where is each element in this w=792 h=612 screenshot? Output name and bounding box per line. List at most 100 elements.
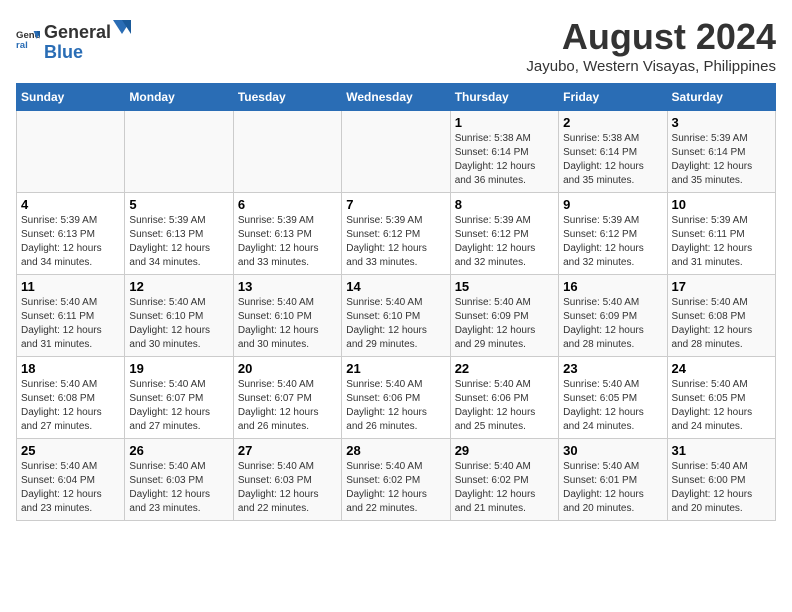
calendar-cell: 29 Sunrise: 5:40 AM Sunset: 6:02 PM Dayli… — [450, 439, 558, 521]
main-title: August 2024 — [526, 16, 776, 58]
day-number: 23 — [563, 361, 662, 376]
calendar-cell: 4Sunrise: 5:39 AM Sunset: 6:13 PM Daylig… — [17, 193, 125, 275]
day-info: Sunrise: 5:39 AM Sunset: 6:13 PM Dayligh… — [129, 214, 228, 270]
logo-text-general: General — [44, 23, 111, 43]
day-number: 10 — [672, 197, 771, 212]
logo-arrow-icon — [113, 16, 131, 38]
day-number: 19 — [129, 361, 228, 376]
calendar-cell: 2Sunrise: 5:38 AM Sunset: 6:14 PM Daylig… — [559, 111, 667, 193]
day-number: 9 — [563, 197, 662, 212]
day-number: 28 — [346, 443, 445, 458]
header-wednesday: Wednesday — [342, 84, 450, 111]
calendar-cell — [17, 111, 125, 193]
calendar-cell: 20 Sunrise: 5:40 AM Sunset: 6:07 PM Dayli… — [233, 357, 341, 439]
day-info: Sunrise: 5:40 AM Sunset: 6:02 PM Dayligh… — [455, 460, 554, 516]
day-info: Sunrise: 5:40 AM Sunset: 6:03 PM Dayligh… — [238, 460, 337, 516]
day-info: Sunrise: 5:40 AM Sunset: 6:11 PM Dayligh… — [21, 296, 120, 352]
day-number: 20 — [238, 361, 337, 376]
calendar-cell — [125, 111, 233, 193]
day-number: 15 — [455, 279, 554, 294]
day-number: 8 — [455, 197, 554, 212]
calendar-body: 1 Sunrise: 5:38 AM Sunset: 6:14 PM Daylig… — [17, 111, 776, 521]
calendar-cell — [233, 111, 341, 193]
day-info: Sunrise: 5:40 AM Sunset: 6:07 PM Dayligh… — [238, 378, 337, 434]
day-number: 13 — [238, 279, 337, 294]
day-info: Sunrise: 5:40 AM Sunset: 6:06 PM Dayligh… — [346, 378, 445, 434]
day-number: 29 — [455, 443, 554, 458]
calendar-cell: 23 Sunrise: 5:40 AM Sunset: 6:05 PM Dayli… — [559, 357, 667, 439]
day-number: 31 — [672, 443, 771, 458]
calendar-cell: 17Sunrise: 5:40 AM Sunset: 6:08 PM Dayli… — [667, 275, 775, 357]
logo-icon: Gene ral — [16, 27, 40, 51]
calendar-cell: 28Sunrise: 5:40 AM Sunset: 6:02 PM Dayli… — [342, 439, 450, 521]
day-info: Sunrise: 5:39 AM Sunset: 6:12 PM Dayligh… — [455, 214, 554, 270]
day-info: Sunrise: 5:40 AM Sunset: 6:10 PM Dayligh… — [238, 296, 337, 352]
day-info: Sunrise: 5:40 AM Sunset: 6:08 PM Dayligh… — [672, 296, 771, 352]
day-info: Sunrise: 5:40 AM Sunset: 6:04 PM Dayligh… — [21, 460, 120, 516]
day-number: 24 — [672, 361, 771, 376]
page-header: Gene ral General Blue August 2024 Jayubo… — [16, 16, 776, 75]
week-row-3: 11 Sunrise: 5:40 AM Sunset: 6:11 PM Dayli… — [17, 275, 776, 357]
calendar-cell: 16Sunrise: 5:40 AM Sunset: 6:09 PM Dayli… — [559, 275, 667, 357]
week-row-2: 4Sunrise: 5:39 AM Sunset: 6:13 PM Daylig… — [17, 193, 776, 275]
day-info: Sunrise: 5:40 AM Sunset: 6:03 PM Dayligh… — [129, 460, 228, 516]
day-info: Sunrise: 5:40 AM Sunset: 6:05 PM Dayligh… — [672, 378, 771, 434]
calendar-cell: 14Sunrise: 5:40 AM Sunset: 6:10 PM Dayli… — [342, 275, 450, 357]
title-section: August 2024 Jayubo, Western Visayas, Phi… — [526, 16, 776, 75]
calendar-cell: 9Sunrise: 5:39 AM Sunset: 6:12 PM Daylig… — [559, 193, 667, 275]
day-number: 22 — [455, 361, 554, 376]
day-info: Sunrise: 5:40 AM Sunset: 6:07 PM Dayligh… — [129, 378, 228, 434]
header-monday: Monday — [125, 84, 233, 111]
calendar-cell: 13 Sunrise: 5:40 AM Sunset: 6:10 PM Dayli… — [233, 275, 341, 357]
header-row: SundayMondayTuesdayWednesdayThursdayFrid… — [17, 84, 776, 111]
week-row-1: 1 Sunrise: 5:38 AM Sunset: 6:14 PM Daylig… — [17, 111, 776, 193]
calendar-table: SundayMondayTuesdayWednesdayThursdayFrid… — [16, 83, 776, 521]
calendar-cell: 27 Sunrise: 5:40 AM Sunset: 6:03 PM Dayli… — [233, 439, 341, 521]
calendar-cell: 15 Sunrise: 5:40 AM Sunset: 6:09 PM Dayli… — [450, 275, 558, 357]
calendar-cell: 21Sunrise: 5:40 AM Sunset: 6:06 PM Dayli… — [342, 357, 450, 439]
calendar-cell: 11 Sunrise: 5:40 AM Sunset: 6:11 PM Dayli… — [17, 275, 125, 357]
calendar-cell: 5 Sunrise: 5:39 AM Sunset: 6:13 PM Daylig… — [125, 193, 233, 275]
day-number: 18 — [21, 361, 120, 376]
day-info: Sunrise: 5:40 AM Sunset: 6:01 PM Dayligh… — [563, 460, 662, 516]
day-info: Sunrise: 5:40 AM Sunset: 6:08 PM Dayligh… — [21, 378, 120, 434]
day-number: 3 — [672, 115, 771, 130]
svg-text:ral: ral — [16, 40, 28, 51]
calendar-cell: 7 Sunrise: 5:39 AM Sunset: 6:12 PM Daylig… — [342, 193, 450, 275]
calendar-cell: 22 Sunrise: 5:40 AM Sunset: 6:06 PM Dayli… — [450, 357, 558, 439]
week-row-5: 25Sunrise: 5:40 AM Sunset: 6:04 PM Dayli… — [17, 439, 776, 521]
day-info: Sunrise: 5:39 AM Sunset: 6:13 PM Dayligh… — [21, 214, 120, 270]
calendar-cell: 30 Sunrise: 5:40 AM Sunset: 6:01 PM Dayli… — [559, 439, 667, 521]
calendar-cell: 31 Sunrise: 5:40 AM Sunset: 6:00 PM Dayli… — [667, 439, 775, 521]
day-info: Sunrise: 5:39 AM Sunset: 6:14 PM Dayligh… — [672, 132, 771, 188]
calendar-cell: 24 Sunrise: 5:40 AM Sunset: 6:05 PM Dayli… — [667, 357, 775, 439]
subtitle: Jayubo, Western Visayas, Philippines — [526, 58, 776, 75]
calendar-cell: 18 Sunrise: 5:40 AM Sunset: 6:08 PM Dayli… — [17, 357, 125, 439]
day-info: Sunrise: 5:39 AM Sunset: 6:12 PM Dayligh… — [346, 214, 445, 270]
logo: Gene ral General Blue — [16, 16, 131, 63]
day-number: 5 — [129, 197, 228, 212]
day-info: Sunrise: 5:40 AM Sunset: 6:09 PM Dayligh… — [455, 296, 554, 352]
day-info: Sunrise: 5:40 AM Sunset: 6:00 PM Dayligh… — [672, 460, 771, 516]
day-number: 27 — [238, 443, 337, 458]
calendar-cell: 3 Sunrise: 5:39 AM Sunset: 6:14 PM Daylig… — [667, 111, 775, 193]
day-info: Sunrise: 5:40 AM Sunset: 6:06 PM Dayligh… — [455, 378, 554, 434]
day-number: 26 — [129, 443, 228, 458]
calendar-cell: 8 Sunrise: 5:39 AM Sunset: 6:12 PM Daylig… — [450, 193, 558, 275]
day-number: 1 — [455, 115, 554, 130]
day-info: Sunrise: 5:38 AM Sunset: 6:14 PM Dayligh… — [455, 132, 554, 188]
day-info: Sunrise: 5:39 AM Sunset: 6:13 PM Dayligh… — [238, 214, 337, 270]
header-thursday: Thursday — [450, 84, 558, 111]
day-info: Sunrise: 5:40 AM Sunset: 6:05 PM Dayligh… — [563, 378, 662, 434]
day-number: 11 — [21, 279, 120, 294]
header-saturday: Saturday — [667, 84, 775, 111]
calendar-cell: 25Sunrise: 5:40 AM Sunset: 6:04 PM Dayli… — [17, 439, 125, 521]
day-number: 7 — [346, 197, 445, 212]
day-number: 16 — [563, 279, 662, 294]
day-number: 12 — [129, 279, 228, 294]
calendar-cell: 6Sunrise: 5:39 AM Sunset: 6:13 PM Daylig… — [233, 193, 341, 275]
day-number: 2 — [563, 115, 662, 130]
day-number: 30 — [563, 443, 662, 458]
calendar-cell — [342, 111, 450, 193]
day-info: Sunrise: 5:40 AM Sunset: 6:10 PM Dayligh… — [129, 296, 228, 352]
